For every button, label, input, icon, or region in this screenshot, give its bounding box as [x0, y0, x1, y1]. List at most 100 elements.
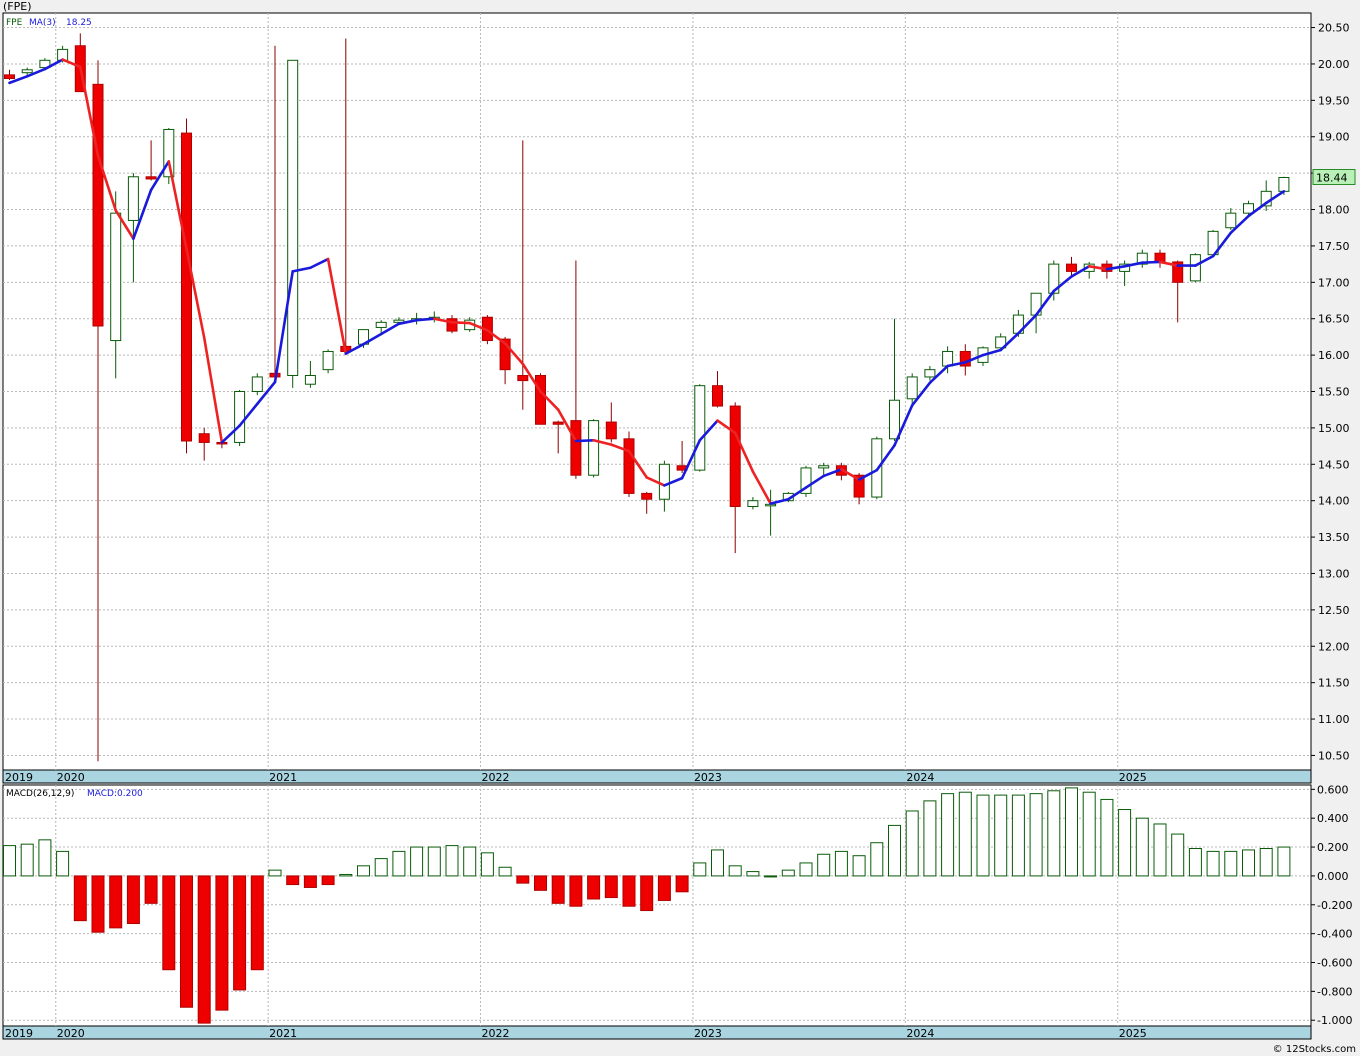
- macd-bar: [1011, 794, 1025, 877]
- candle-body: [658, 463, 670, 500]
- credit-text: © 12Stocks.com: [1272, 1044, 1356, 1055]
- macd-bar: [1277, 846, 1291, 877]
- candle-body: [110, 212, 122, 342]
- price-tick-label: 14.50: [1318, 458, 1350, 471]
- macd-bar: [657, 875, 671, 901]
- price-tick-label: 13.00: [1318, 567, 1350, 580]
- price-tick-label: 11.00: [1318, 713, 1350, 726]
- macd-bar: [1082, 791, 1096, 877]
- macd-bar: [445, 845, 459, 877]
- year-label: 2023: [694, 1027, 722, 1040]
- price-tick-label: 13.50: [1318, 531, 1350, 544]
- macd-bar: [834, 850, 848, 877]
- macd-tick-label: -0.400: [1317, 928, 1352, 941]
- year-label: 2019: [5, 771, 33, 784]
- candle-body: [552, 421, 564, 425]
- price-tick-label: 12.50: [1318, 604, 1350, 617]
- macd-bar: [1100, 798, 1114, 877]
- macd-date-axis-band: [2, 1025, 1312, 1040]
- macd-bar: [976, 794, 990, 877]
- macd-bar: [162, 875, 176, 971]
- macd-legend-value: MACD:0.200: [87, 789, 143, 799]
- price-tick-label: 17.50: [1318, 240, 1350, 253]
- price-tick-label: 19.00: [1318, 131, 1350, 144]
- macd-bar: [374, 858, 388, 877]
- macd-bar: [852, 855, 866, 877]
- price-tick-label: 18.00: [1318, 204, 1350, 217]
- candle-body: [605, 421, 617, 440]
- year-label: 2023: [694, 771, 722, 784]
- candle-body: [517, 374, 529, 382]
- candle-body: [1189, 254, 1201, 282]
- candle-body: [4, 74, 15, 80]
- candle-body: [304, 374, 316, 385]
- macd-bar: [958, 791, 972, 877]
- macd-bar: [1065, 787, 1078, 877]
- candle-body: [1225, 212, 1237, 229]
- macd-tick-label: 0.600: [1317, 783, 1349, 796]
- candle-body: [251, 376, 263, 393]
- macd-bar: [1224, 850, 1238, 877]
- price-tick-label: 14.00: [1318, 495, 1350, 508]
- candle-body: [694, 385, 706, 471]
- candle-body: [712, 385, 723, 407]
- macd-bar: [799, 862, 813, 877]
- candle-body: [21, 69, 33, 74]
- macd-bar: [1047, 790, 1061, 877]
- macd-bar: [1259, 847, 1273, 877]
- macd-bar: [20, 843, 34, 877]
- price-tick-label: 20.00: [1318, 58, 1350, 71]
- macd-tick-label: 0.200: [1317, 841, 1349, 854]
- macd-bar: [73, 875, 87, 922]
- candle-body: [906, 376, 918, 400]
- ma-line-segment: [1141, 260, 1162, 264]
- macd-bar: [1118, 809, 1132, 877]
- macd-bar: [817, 853, 831, 877]
- ma-line-segment: [450, 321, 472, 325]
- macd-bar: [1153, 823, 1167, 877]
- year-label: 2022: [482, 1027, 510, 1040]
- candle-body: [127, 176, 139, 221]
- price-tick-label: 11.50: [1318, 677, 1350, 690]
- macd-bar: [109, 875, 123, 929]
- macd-bar: [498, 866, 512, 877]
- macd-bar: [994, 794, 1008, 877]
- macd-bar: [1188, 847, 1202, 877]
- year-label: 2020: [57, 771, 85, 784]
- macd-bar: [534, 875, 547, 891]
- macd-bar: [870, 842, 884, 877]
- macd-bar: [675, 875, 689, 893]
- legend-symbol: FPE: [6, 18, 23, 28]
- candle-body: [1278, 177, 1290, 192]
- year-label: 2022: [482, 771, 510, 784]
- macd-bar: [746, 871, 760, 877]
- price-tick-label: 19.50: [1318, 94, 1350, 107]
- macd-bar: [286, 875, 300, 886]
- macd-bar: [569, 875, 583, 907]
- candle-body: [623, 438, 635, 494]
- year-label: 2020: [57, 1027, 85, 1040]
- macd-legend-name: MACD(26,12,9): [6, 789, 74, 799]
- candle-body: [145, 176, 157, 180]
- candle-body: [375, 321, 387, 328]
- macd-bar: [587, 875, 601, 900]
- macd-bar: [480, 852, 494, 877]
- stock-chart: 20.5020.0019.5019.0018.5018.0017.5017.00…: [2, 12, 1356, 1040]
- candle-body: [889, 399, 900, 440]
- macd-bar: [392, 850, 406, 877]
- candle-body: [287, 59, 299, 376]
- macd-bar: [233, 875, 247, 991]
- ma-line-segment: [574, 438, 595, 443]
- macd-bar: [1171, 833, 1185, 877]
- candle-body: [322, 350, 334, 371]
- candle-body: [92, 83, 104, 327]
- macd-bar: [91, 875, 105, 933]
- macd-bar: [604, 875, 618, 899]
- macd-tick-label: -0.600: [1317, 957, 1352, 970]
- macd-bar: [923, 800, 937, 877]
- candle-body: [729, 405, 741, 508]
- last-price-label: 18.44: [1316, 172, 1348, 185]
- legend-ma-label: MA(3): [29, 18, 56, 28]
- macd-bar: [1029, 793, 1043, 877]
- price-tick-label: 15.00: [1318, 422, 1350, 435]
